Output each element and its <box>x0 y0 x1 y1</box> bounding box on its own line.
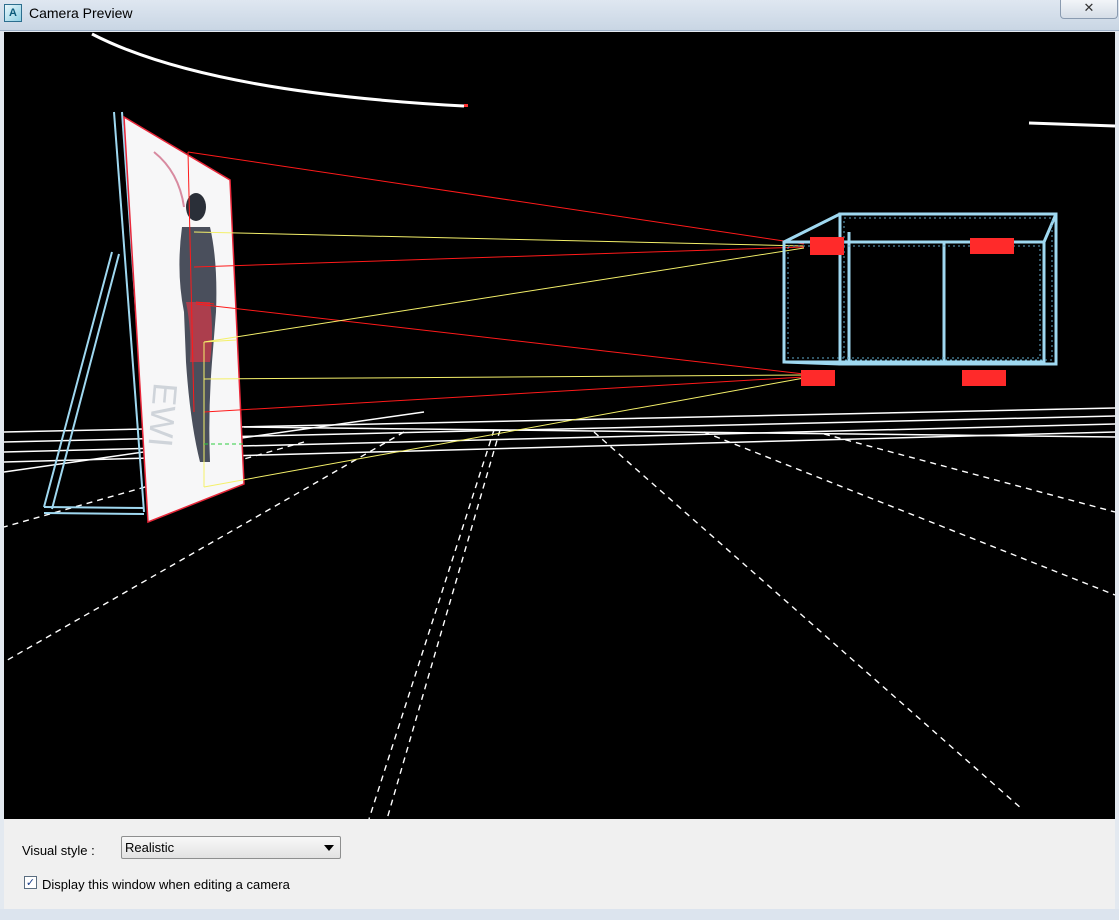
projection-screen <box>123 115 245 524</box>
close-button[interactable]: ✕ <box>1060 0 1118 19</box>
chevron-down-icon <box>324 845 334 851</box>
close-icon: ✕ <box>1083 1 1095 16</box>
check-icon: ✓ <box>25 876 36 889</box>
window-title: Camera Preview <box>29 5 133 21</box>
projector-rays-red <box>187 151 805 413</box>
visual-style-dropdown[interactable]: Realistic <box>121 836 341 859</box>
app-icon: A <box>4 4 22 22</box>
visual-style-value: Realistic <box>125 840 175 855</box>
preview-controls: Visual style : Realistic ✓ Display this … <box>4 819 1115 909</box>
scene-arc-right <box>1028 121 1115 128</box>
display-window-checkbox[interactable]: ✓ <box>24 876 37 889</box>
truss-cube <box>782 212 1058 366</box>
camera-preview-window: A Camera Preview ✕ EWI Visual style: Re… <box>0 0 1119 920</box>
camera-preview-viewport[interactable]: EWI <box>4 32 1115 819</box>
screen-watermark-text: EWI <box>140 381 183 448</box>
title-bar[interactable]: A Camera Preview ✕ <box>0 0 1119 31</box>
visual-style-label: Visual style : <box>22 843 95 858</box>
scene-arc-top <box>91 32 465 108</box>
display-window-label[interactable]: Display this window when editing a camer… <box>42 877 290 892</box>
scene-marker <box>464 104 468 107</box>
scene-render: EWI <box>4 32 1115 819</box>
window-bottom-border <box>0 909 1119 920</box>
